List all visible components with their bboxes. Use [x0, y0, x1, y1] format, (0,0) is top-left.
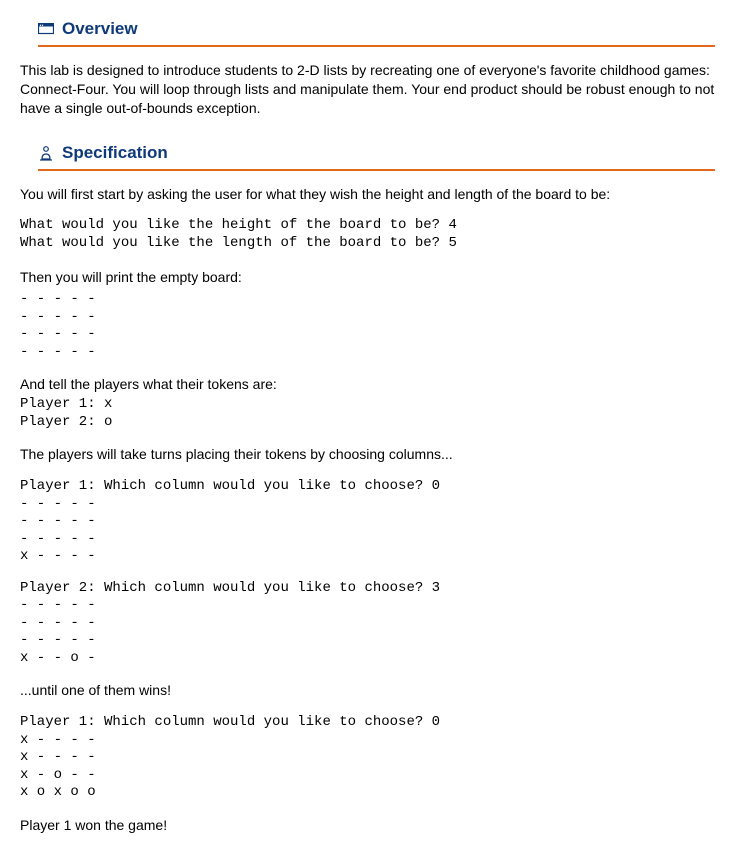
spec-turn2: Player 2: Which column would you like to…	[20, 580, 733, 668]
spec-take-turns: The players will take turns placing thei…	[20, 445, 733, 464]
spec-tokens: Player 1: x Player 2: o	[20, 396, 733, 431]
spec-until-win: ...until one of them wins!	[20, 681, 733, 700]
specification-divider	[38, 169, 715, 171]
spec-winner: Player 1 won the game!	[20, 816, 733, 835]
spec-tokens-intro: And tell the players what their tokens a…	[20, 375, 733, 394]
specification-title: Specification	[62, 142, 168, 165]
overview-paragraph: This lab is designed to introduce studen…	[20, 61, 733, 118]
spec-turn1: Player 1: Which column would you like to…	[20, 478, 733, 566]
specification-icon	[38, 145, 54, 161]
spec-final-board: Player 1: Which column would you like to…	[20, 714, 733, 802]
spec-print-empty-text: Then you will print the empty board:	[20, 268, 733, 287]
specification-heading-row: Specification	[38, 142, 715, 165]
spec-intro: You will first start by asking the user …	[20, 185, 733, 204]
spec-prompt-dimensions: What would you like the height of the bo…	[20, 217, 733, 252]
overview-icon	[38, 21, 54, 37]
overview-divider	[38, 45, 715, 47]
spec-empty-board: - - - - - - - - - - - - - - - - - - - -	[20, 291, 733, 361]
overview-title: Overview	[62, 18, 138, 41]
document-page: Overview This lab is designed to introdu…	[0, 0, 753, 862]
overview-heading-row: Overview	[38, 18, 715, 41]
